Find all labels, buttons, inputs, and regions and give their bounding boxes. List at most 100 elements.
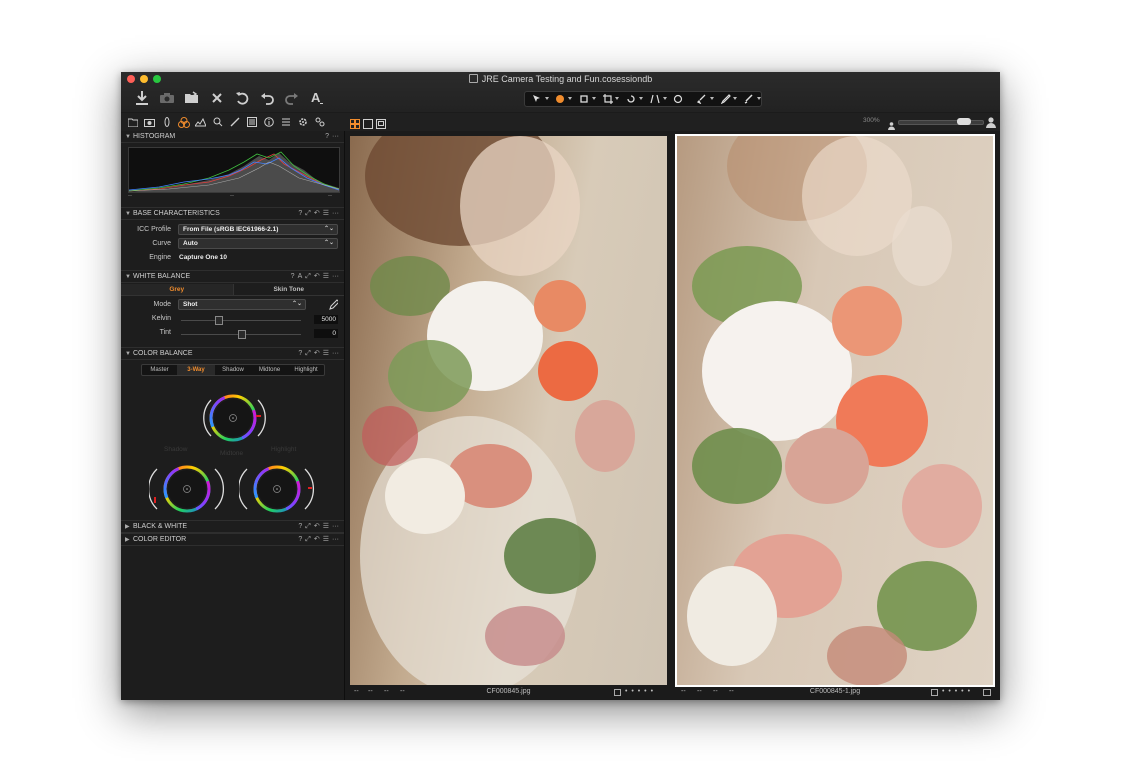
more-icon[interactable]: ··· (332, 348, 339, 359)
undo-icon[interactable] (258, 89, 275, 106)
chevron-down-icon: ▼ (125, 211, 131, 217)
more-icon[interactable]: ··· (332, 131, 339, 142)
black-white-header[interactable]: ▶ BLACK & WHITE ? ⤢ ↶ ☰ ··· (121, 520, 344, 533)
image-viewer: -- -- -- -- CF000845.jpg • • • • • -- --… (345, 131, 1000, 700)
copy-icon[interactable]: ⤢ (305, 348, 311, 359)
more-icon[interactable]: ··· (332, 271, 339, 282)
loupe-icon[interactable] (572, 93, 596, 105)
tint-slider-handle[interactable] (238, 330, 246, 339)
camera-icon[interactable] (158, 89, 175, 106)
reset-tool-icon[interactable]: ↶ (314, 208, 320, 219)
copy-icon[interactable]: ⤢ (305, 521, 311, 532)
presets-icon[interactable]: ☰ (323, 208, 329, 219)
reset-tool-icon[interactable]: ↶ (314, 521, 320, 532)
color-tab-icon[interactable] (176, 115, 191, 129)
spot-icon[interactable] (667, 93, 691, 105)
keystone-icon[interactable] (643, 93, 667, 105)
copy-icon[interactable]: ⤢ (305, 271, 311, 282)
presets-icon[interactable]: ☰ (323, 521, 329, 532)
exposure-tab-icon[interactable] (193, 115, 208, 129)
select-cursor-icon[interactable] (525, 93, 549, 105)
reset-tool-icon[interactable]: ↶ (314, 348, 320, 359)
copy-icon[interactable]: ⤢ (305, 534, 311, 545)
mode-value: Shot (183, 301, 198, 308)
tab-3-way[interactable]: 3-Way (177, 365, 215, 375)
ce-header-icons: ? ⤢ ↶ ☰ ··· (298, 534, 339, 545)
color-balance-title: COLOR BALANCE (133, 350, 193, 357)
help-icon[interactable]: ? (325, 131, 329, 142)
delete-icon[interactable] (208, 89, 225, 106)
right-photo[interactable] (675, 134, 995, 687)
help-icon[interactable]: ? (291, 271, 295, 282)
presets-icon[interactable]: ☰ (323, 271, 329, 282)
color-balance-header[interactable]: ▼ COLOR BALANCE ? ⤢ ↶ ☰ ··· (121, 347, 344, 360)
brush-icon[interactable] (690, 93, 714, 105)
engine-row: Engine Capture One 10 (121, 251, 344, 265)
left-photo[interactable] (350, 136, 667, 685)
output-tab-icon[interactable] (244, 115, 259, 129)
tint-value[interactable]: 0 (314, 329, 338, 338)
base-characteristics-header[interactable]: ▼ BASE CHARACTERISTICS ? ⤢ ↶ ☰ ··· (121, 207, 344, 220)
text-icon[interactable]: A (308, 89, 325, 106)
color-tag-icon[interactable] (931, 689, 938, 696)
zoom-slider[interactable] (898, 118, 984, 125)
icc-profile-dropdown[interactable]: From File (sRGB IEC61966-2.1) ⌃⌄ (178, 224, 338, 235)
batch-tab-icon[interactable] (312, 115, 327, 129)
histogram-graph (128, 147, 340, 193)
white-balance-header[interactable]: ▼ WHITE BALANCE ? A ⤢ ↶ ☰ ··· (121, 270, 344, 283)
auto-icon[interactable]: A (298, 271, 303, 282)
wb-picker-icon[interactable] (328, 299, 340, 312)
library-tab-icon[interactable] (125, 115, 140, 129)
help-icon[interactable]: ? (298, 348, 302, 359)
tab-skin-tone[interactable]: Skin Tone (234, 284, 345, 295)
kelvin-slider-handle[interactable] (215, 316, 223, 325)
highlight-wheel[interactable] (238, 463, 319, 515)
midtone-wheel[interactable] (203, 392, 273, 444)
folder-move-icon[interactable] (183, 89, 200, 106)
kelvin-value[interactable]: 5000 (314, 315, 338, 324)
rating-dots[interactable]: • • • • • (625, 686, 654, 698)
presets-icon[interactable]: ☰ (323, 348, 329, 359)
tab-shadow[interactable]: Shadow (215, 365, 251, 375)
reset-icon[interactable] (233, 89, 250, 106)
help-icon[interactable]: ? (298, 208, 302, 219)
help-icon[interactable]: ? (298, 534, 302, 545)
tab-highlight[interactable]: Highlight (288, 365, 324, 375)
picker-icon[interactable] (737, 93, 761, 105)
copy-icon[interactable]: ⤢ (305, 208, 311, 219)
lens-tab-icon[interactable] (159, 115, 174, 129)
more-options-icon[interactable] (983, 689, 991, 696)
metadata-tab-icon[interactable] (261, 115, 276, 129)
pan-hand-icon[interactable] (549, 93, 573, 105)
color-tag-icon[interactable] (614, 689, 621, 696)
tab-midtone[interactable]: Midtone (251, 365, 288, 375)
import-icon[interactable] (133, 89, 150, 106)
rating-dots[interactable]: • • • • • (942, 686, 971, 698)
details-tab-icon[interactable] (210, 115, 225, 129)
crop-icon[interactable] (596, 93, 620, 105)
settings-tab-icon[interactable] (295, 115, 310, 129)
adjustments-tab-icon[interactable] (278, 115, 293, 129)
histogram-header[interactable]: ▼ HISTOGRAM ? ··· (121, 131, 344, 143)
rotate-icon[interactable] (619, 93, 643, 105)
tab-grey[interactable]: Grey (121, 284, 234, 295)
help-icon[interactable]: ? (298, 521, 302, 532)
reset-tool-icon[interactable]: ↶ (314, 271, 320, 282)
capture-tab-icon[interactable] (142, 115, 157, 129)
curve-dropdown[interactable]: Auto ⌃⌄ (178, 238, 338, 249)
tab-master[interactable]: Master (142, 365, 177, 375)
tint-slider[interactable] (181, 330, 301, 339)
local-adjustments-tab-icon[interactable] (227, 115, 242, 129)
redo-icon[interactable] (283, 89, 300, 106)
zoom-slider-handle[interactable] (957, 118, 971, 125)
eyedropper-icon[interactable] (714, 93, 738, 105)
color-editor-header[interactable]: ▶ COLOR EDITOR ? ⤢ ↶ ☰ ··· (121, 533, 344, 546)
more-icon[interactable]: ··· (332, 521, 339, 532)
presets-icon[interactable]: ☰ (323, 534, 329, 545)
more-icon[interactable]: ··· (332, 208, 339, 219)
more-icon[interactable]: ··· (332, 534, 339, 545)
kelvin-slider[interactable] (181, 316, 301, 325)
reset-tool-icon[interactable]: ↶ (314, 534, 320, 545)
mode-dropdown[interactable]: Shot ⌃⌄ (178, 299, 306, 310)
shadow-wheel[interactable] (148, 463, 229, 515)
